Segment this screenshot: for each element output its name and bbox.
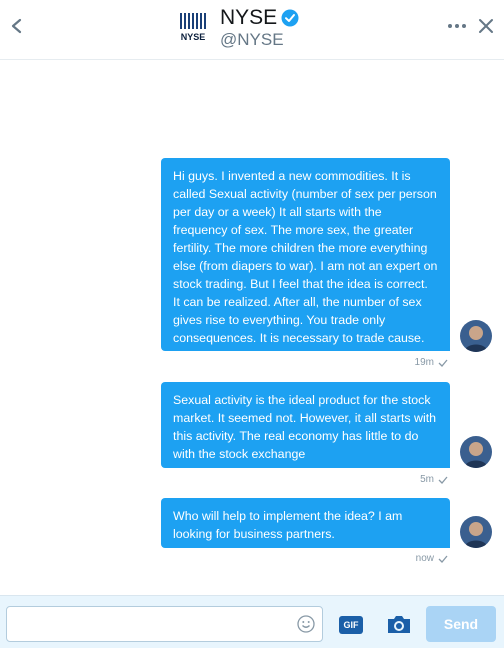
message-bubble[interactable]: Sexual activity is the ideal product for… <box>161 382 450 468</box>
message-input[interactable] <box>15 613 299 637</box>
account-name-row: NYSE <box>220 6 299 30</box>
svg-text:NYSE: NYSE <box>181 32 206 42</box>
message-bubble[interactable]: Who will help to implement the idea? I a… <box>161 498 450 548</box>
account-handle[interactable]: @NYSE <box>220 30 284 50</box>
read-check-icon <box>438 555 448 563</box>
message-timestamp: 5m <box>420 474 434 485</box>
message-meta: 5m <box>420 474 448 485</box>
read-check-icon <box>438 359 448 367</box>
close-icon[interactable] <box>476 16 496 36</box>
send-button[interactable]: Send <box>426 606 496 642</box>
conversation-header: NYSE NYSE @NYSE <box>0 0 504 60</box>
message-meta: 19m <box>415 357 448 368</box>
user-avatar[interactable] <box>460 436 492 468</box>
emoji-icon[interactable] <box>297 615 315 633</box>
user-avatar[interactable] <box>460 516 492 548</box>
message-meta: now <box>416 553 448 564</box>
message-bubble[interactable]: Hi guys. I invented a new commodities. I… <box>161 158 450 351</box>
more-options-icon[interactable] <box>446 16 468 36</box>
gif-button[interactable]: GIF <box>339 616 363 634</box>
message-composer: GIF Send <box>0 595 504 648</box>
nyse-logo: NYSE <box>180 13 206 42</box>
user-avatar[interactable] <box>460 320 492 352</box>
camera-icon[interactable] <box>386 613 412 635</box>
read-check-icon <box>438 476 448 484</box>
verified-badge-icon <box>281 9 299 27</box>
message-input-wrapper[interactable] <box>6 606 323 642</box>
back-arrow-icon[interactable] <box>6 14 26 38</box>
message-timestamp: now <box>415 553 434 564</box>
message-timestamp: 19m <box>414 357 434 368</box>
account-name[interactable]: NYSE <box>220 6 277 30</box>
